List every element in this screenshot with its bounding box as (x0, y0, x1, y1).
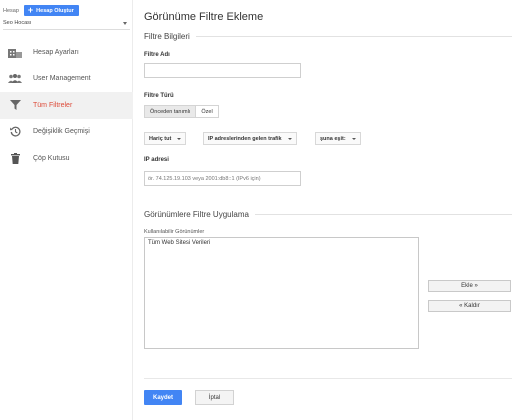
sidebar-item-label: Değişiklik Geçmişi (33, 128, 90, 136)
filter-type-predefined[interactable]: Önceden tanımlı (145, 106, 197, 117)
create-account-button[interactable]: + Hesap Oluştur (23, 5, 79, 16)
plus-icon: + (27, 5, 34, 15)
chevron-down-icon (123, 21, 127, 25)
sidebar-item-user-management[interactable]: User Management (0, 66, 133, 93)
available-views-label: Kullanılabilir Görünümler (144, 229, 205, 235)
source-dropdown[interactable]: IP adreslerinden gelen trafik (203, 132, 297, 145)
source-dropdown-value: IP adreslerinden gelen trafik (208, 135, 282, 142)
ip-address-input[interactable] (144, 171, 301, 186)
account-name: Seo Hocası (3, 20, 32, 26)
divider (144, 378, 512, 379)
filter-name-label: Filtre Adı (144, 52, 170, 58)
sidebar-item-label: Tüm Filtreler (33, 101, 73, 109)
users-icon (8, 73, 22, 85)
sidebar-nav: Hesap Ayarları User Management Tüm Filtr… (0, 39, 133, 172)
divider (254, 214, 512, 215)
apply-views-heading: Görünümlere Filtre Uygulama (144, 210, 512, 219)
filter-type-label: Filtre Türü (144, 93, 174, 99)
sidebar-item-label: Hesap Ayarları (33, 48, 79, 56)
cancel-button[interactable]: İptal (195, 390, 234, 405)
ip-address-label: IP adresi (144, 157, 169, 163)
divider (3, 29, 130, 30)
filter-info-heading: Filtre Bilgileri (144, 32, 512, 41)
available-views-list[interactable]: Tüm Web Sitesi Verileri (144, 237, 419, 349)
account-settings-icon (8, 46, 22, 58)
account-label: Hesap (3, 7, 19, 14)
trash-icon (8, 152, 22, 164)
sidebar: Hesap + Hesap Oluştur Seo Hocası Hesap A… (0, 0, 133, 420)
action-dropdown-value: Hariç tut (149, 135, 172, 142)
chevron-down-icon (287, 137, 292, 140)
account-selector[interactable]: Seo Hocası (3, 20, 130, 26)
filter-icon (8, 99, 22, 111)
sidebar-item-label: User Management (33, 75, 91, 83)
create-account-label: Hesap Oluştur (36, 7, 74, 14)
account-row: Hesap + Hesap Oluştur (3, 5, 79, 16)
list-item[interactable]: Tüm Web Sitesi Verileri (148, 240, 415, 246)
chevron-down-icon (351, 137, 356, 140)
filter-type-toggle: Önceden tanımlı Özel (144, 105, 219, 118)
sidebar-item-all-filters[interactable]: Tüm Filtreler (0, 92, 133, 119)
filter-type-custom[interactable]: Özel (196, 106, 218, 117)
filter-name-input[interactable] (144, 63, 301, 78)
condition-dropdown[interactable]: şuna eşit: (315, 132, 361, 145)
history-icon (8, 126, 22, 138)
sidebar-item-label: Çöp Kutusu (33, 154, 70, 162)
condition-dropdown-value: şuna eşit: (320, 135, 346, 142)
add-view-button[interactable]: Ekle » (428, 280, 511, 292)
section-title: Filtre Bilgileri (144, 32, 190, 41)
page-title: Görünüme Filtre Ekleme (144, 11, 264, 23)
save-button[interactable]: Kaydet (144, 390, 182, 405)
chevron-down-icon (177, 137, 182, 140)
sidebar-item-trash[interactable]: Çöp Kutusu (0, 145, 133, 172)
main-content: Görünüme Filtre Ekleme Filtre Bilgileri … (144, 0, 512, 420)
action-dropdown[interactable]: Hariç tut (144, 132, 187, 145)
sidebar-item-account-settings[interactable]: Hesap Ayarları (0, 39, 133, 66)
remove-view-button[interactable]: « Kaldır (428, 300, 511, 312)
sidebar-item-change-history[interactable]: Değişiklik Geçmişi (0, 119, 133, 146)
section-title: Görünümlere Filtre Uygulama (144, 210, 249, 219)
divider (195, 36, 512, 37)
